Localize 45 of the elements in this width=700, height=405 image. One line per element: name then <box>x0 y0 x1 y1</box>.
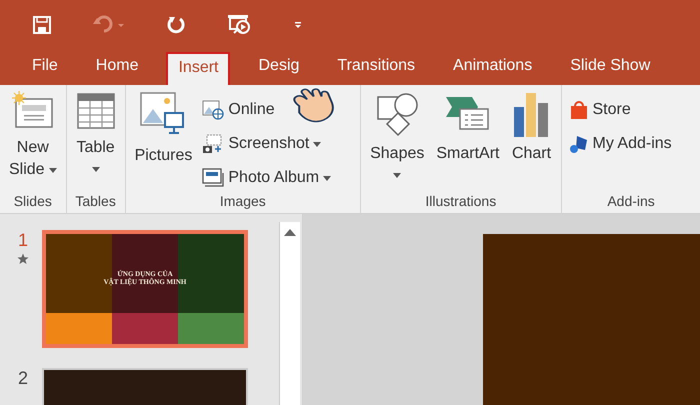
ribbon-command[interactable]: Pictures <box>130 89 196 193</box>
caret-icon <box>393 173 402 178</box>
ribbon-tab[interactable]: Slide Show <box>560 52 660 85</box>
ribbon-command[interactable]: Shapes <box>366 89 428 193</box>
presentation-icon <box>226 13 252 37</box>
caret-icon <box>48 168 57 172</box>
ribbon-command[interactable]: My Add-ins <box>566 129 674 159</box>
online-pictures-icon <box>202 100 224 120</box>
ribbon-command[interactable]: Photo Album <box>200 163 334 193</box>
caret-icon <box>292 19 304 31</box>
ribbon-command[interactable]: Online <box>200 95 277 125</box>
table-icon <box>76 91 116 131</box>
repeat-icon <box>166 15 186 35</box>
new-slide-icon <box>12 91 54 131</box>
save-icon <box>32 15 52 35</box>
undo-icon <box>92 15 126 35</box>
group-label: Add-ins <box>607 193 655 209</box>
group-label: Tables <box>75 193 116 209</box>
ribbon-command[interactable]: Chart <box>508 89 556 193</box>
ribbon-tab[interactable]: Insert <box>166 52 230 85</box>
ribbon-tab[interactable]: Animations <box>443 52 542 85</box>
slide-number: 2 <box>18 368 28 389</box>
slide-number: 1 <box>18 230 28 251</box>
ribbon-command[interactable]: Screenshot <box>200 129 324 159</box>
ribbon-command[interactable]: SmartArt <box>432 89 504 193</box>
group-label: Illustrations <box>425 193 496 209</box>
screenshot-icon <box>202 134 224 154</box>
ribbon-command[interactable]: New Slide <box>5 89 61 193</box>
ribbon-tab[interactable]: Home <box>86 52 148 85</box>
add-ins-icon <box>568 134 588 154</box>
caret-icon <box>323 176 332 180</box>
photo-album-icon <box>202 168 224 188</box>
save-button[interactable] <box>30 13 54 37</box>
ribbon-tab[interactable]: Transitions <box>327 52 426 85</box>
caret-icon <box>313 142 322 146</box>
shopping-bag-icon <box>568 100 588 120</box>
ribbon-tab[interactable]: Desig <box>248 52 310 85</box>
ribbon-command[interactable]: Table <box>72 89 120 193</box>
group-label: Images <box>220 193 266 209</box>
scrollbar[interactable] <box>279 222 300 405</box>
ribbon-tab[interactable]: File <box>22 52 68 85</box>
caret-icon <box>92 167 100 172</box>
group-label: Slides <box>14 193 52 209</box>
scroll-up-icon[interactable] <box>284 228 296 236</box>
ribbon-command[interactable]: Store <box>566 95 633 125</box>
